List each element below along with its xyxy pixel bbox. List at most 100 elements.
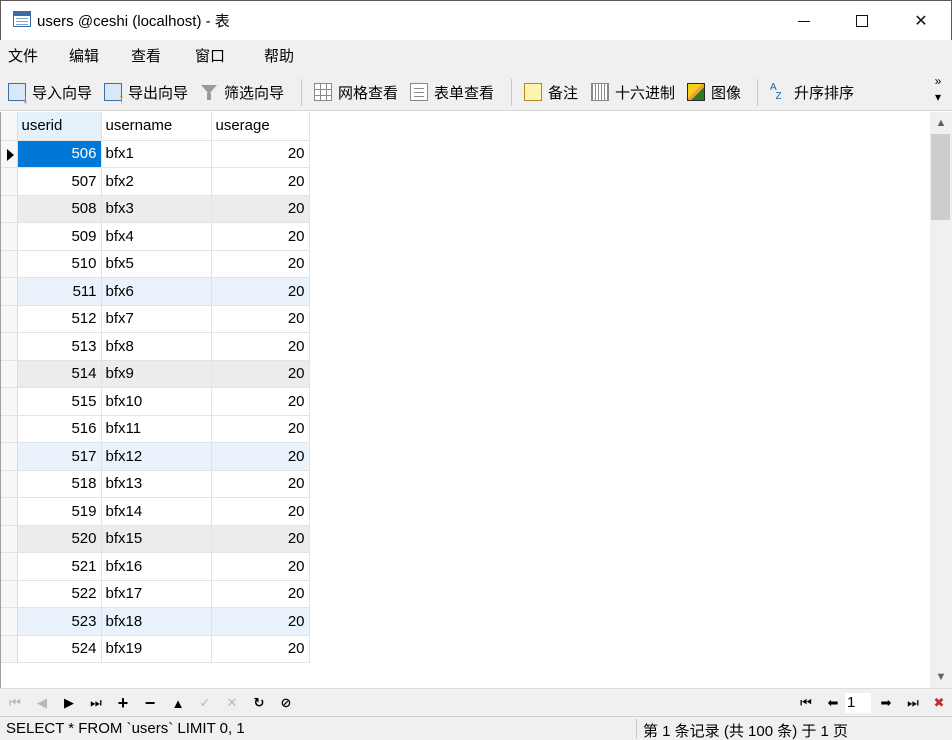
table-row[interactable]: 511 bfx6 20 bbox=[1, 277, 310, 306]
row-indicator[interactable] bbox=[1, 580, 18, 608]
cell-userid[interactable]: 523 bbox=[17, 607, 102, 636]
column-header-userid[interactable]: userid bbox=[17, 112, 102, 141]
last-page-button[interactable]: ⏭ bbox=[902, 693, 924, 713]
row-indicator[interactable] bbox=[1, 415, 18, 443]
menu-help[interactable]: 帮助 bbox=[264, 40, 294, 73]
cell-username[interactable]: bfx4 bbox=[101, 222, 212, 251]
cell-userage[interactable]: 20 bbox=[211, 552, 310, 581]
menu-edit[interactable]: 编辑 bbox=[69, 40, 99, 73]
cell-userid[interactable]: 509 bbox=[17, 222, 102, 251]
cell-username[interactable]: bfx9 bbox=[101, 360, 212, 388]
row-indicator[interactable] bbox=[1, 277, 18, 306]
cell-username[interactable]: bfx13 bbox=[101, 470, 212, 498]
row-indicator[interactable] bbox=[1, 525, 18, 553]
table-row[interactable]: 521 bfx16 20 bbox=[1, 552, 310, 581]
scroll-down-button[interactable]: ▼ bbox=[930, 666, 952, 688]
cell-username[interactable]: bfx18 bbox=[101, 607, 212, 636]
cell-username[interactable]: bfx10 bbox=[101, 387, 212, 416]
filter-wizard-button[interactable]: 筛选向导 bbox=[200, 79, 284, 105]
cell-userage[interactable]: 20 bbox=[211, 470, 310, 498]
menu-file[interactable]: 文件 bbox=[8, 40, 38, 73]
page-number-input[interactable]: 1 bbox=[845, 693, 871, 713]
cell-userid[interactable]: 508 bbox=[17, 195, 102, 223]
form-view-button[interactable]: 表单查看 bbox=[410, 79, 494, 105]
stop-button[interactable]: ⊘ bbox=[275, 693, 297, 713]
previous-page-button[interactable]: ⬅ bbox=[822, 693, 844, 713]
cell-userage[interactable]: 20 bbox=[211, 332, 310, 361]
row-indicator[interactable] bbox=[1, 387, 18, 416]
export-wizard-button[interactable]: 导出向导 bbox=[104, 79, 188, 106]
row-indicator[interactable] bbox=[1, 222, 18, 251]
table-row[interactable]: 509 bfx4 20 bbox=[1, 222, 310, 251]
cell-userid[interactable]: 518 bbox=[17, 470, 102, 498]
cell-username[interactable]: bfx15 bbox=[101, 525, 212, 553]
cell-userage[interactable]: 20 bbox=[211, 277, 310, 306]
cell-username[interactable]: bfx14 bbox=[101, 497, 212, 526]
scrollbar-thumb[interactable] bbox=[931, 134, 950, 220]
cell-userage[interactable]: 20 bbox=[211, 305, 310, 333]
add-record-button[interactable]: + bbox=[112, 693, 134, 713]
refresh-button[interactable]: ↻ bbox=[248, 693, 270, 713]
cell-userid[interactable]: 514 bbox=[17, 360, 102, 388]
row-indicator[interactable] bbox=[1, 167, 18, 196]
cell-userid[interactable]: 515 bbox=[17, 387, 102, 416]
delete-record-button[interactable]: − bbox=[139, 693, 161, 713]
cell-username[interactable]: bfx8 bbox=[101, 332, 212, 361]
close-button[interactable]: ✕ bbox=[892, 1, 950, 41]
cell-username[interactable]: bfx16 bbox=[101, 552, 212, 581]
minimize-button[interactable] bbox=[775, 1, 833, 41]
cell-userid[interactable]: 521 bbox=[17, 552, 102, 581]
row-indicator[interactable] bbox=[1, 360, 18, 388]
cell-userage[interactable]: 20 bbox=[211, 195, 310, 223]
cell-userid[interactable]: 517 bbox=[17, 442, 102, 471]
last-record-button[interactable]: ⏭ bbox=[85, 693, 107, 713]
table-row[interactable]: 513 bfx8 20 bbox=[1, 332, 310, 361]
cell-userage[interactable]: 20 bbox=[211, 250, 310, 278]
apply-changes-button[interactable]: ▲ bbox=[167, 693, 189, 713]
cell-userid[interactable]: 524 bbox=[17, 635, 102, 663]
row-indicator[interactable] bbox=[1, 607, 18, 636]
cell-userid[interactable]: 507 bbox=[17, 167, 102, 196]
column-header-username[interactable]: username bbox=[101, 112, 212, 141]
cell-username[interactable]: bfx12 bbox=[101, 442, 212, 471]
row-indicator[interactable] bbox=[1, 635, 18, 663]
confirm-button[interactable]: ✓ bbox=[194, 693, 216, 713]
cell-userid[interactable]: 510 bbox=[17, 250, 102, 278]
hex-button[interactable]: 十六进制 bbox=[591, 79, 675, 105]
table-row[interactable]: 507 bfx2 20 bbox=[1, 167, 310, 196]
table-row[interactable]: 520 bfx15 20 bbox=[1, 525, 310, 553]
cell-userage[interactable]: 20 bbox=[211, 167, 310, 196]
row-indicator[interactable] bbox=[1, 250, 18, 278]
cell-username[interactable]: bfx2 bbox=[101, 167, 212, 196]
cell-userage[interactable]: 20 bbox=[211, 497, 310, 526]
cell-userid[interactable]: 519 bbox=[17, 497, 102, 526]
table-row[interactable]: 508 bfx3 20 bbox=[1, 195, 310, 223]
table-row[interactable]: 515 bfx10 20 bbox=[1, 387, 310, 416]
cell-username[interactable]: bfx3 bbox=[101, 195, 212, 223]
table-row[interactable]: 524 bfx19 20 bbox=[1, 635, 310, 663]
cell-userage[interactable]: 20 bbox=[211, 442, 310, 471]
tools-button[interactable]: ✖ bbox=[928, 693, 950, 713]
table-row[interactable]: 506 bfx1 20 bbox=[1, 140, 310, 168]
table-row[interactable]: 522 bfx17 20 bbox=[1, 580, 310, 608]
cell-username[interactable]: bfx17 bbox=[101, 580, 212, 608]
cell-userid[interactable]: 512 bbox=[17, 305, 102, 333]
cell-userage[interactable]: 20 bbox=[211, 360, 310, 388]
row-indicator[interactable] bbox=[1, 195, 18, 223]
cell-username[interactable]: bfx1 bbox=[101, 140, 212, 168]
maximize-button[interactable] bbox=[833, 1, 891, 41]
row-indicator[interactable] bbox=[1, 470, 18, 498]
table-row[interactable]: 510 bfx5 20 bbox=[1, 250, 310, 278]
next-page-button[interactable]: ➡ bbox=[875, 693, 897, 713]
cell-userage[interactable]: 20 bbox=[211, 387, 310, 416]
grid-view-button[interactable]: 网格查看 bbox=[314, 79, 398, 105]
memo-button[interactable]: 备注 bbox=[524, 79, 578, 105]
cell-userid[interactable]: 506 bbox=[17, 140, 102, 168]
row-indicator[interactable] bbox=[1, 140, 18, 168]
data-grid[interactable]: userid username userage 506 bfx1 20 507 bfx2… bbox=[0, 112, 930, 688]
first-record-button[interactable]: ⏮ bbox=[4, 693, 26, 713]
cell-userage[interactable]: 20 bbox=[211, 635, 310, 663]
cell-userid[interactable]: 513 bbox=[17, 332, 102, 361]
table-row[interactable]: 514 bfx9 20 bbox=[1, 360, 310, 388]
menu-window[interactable]: 窗口 bbox=[195, 40, 225, 73]
